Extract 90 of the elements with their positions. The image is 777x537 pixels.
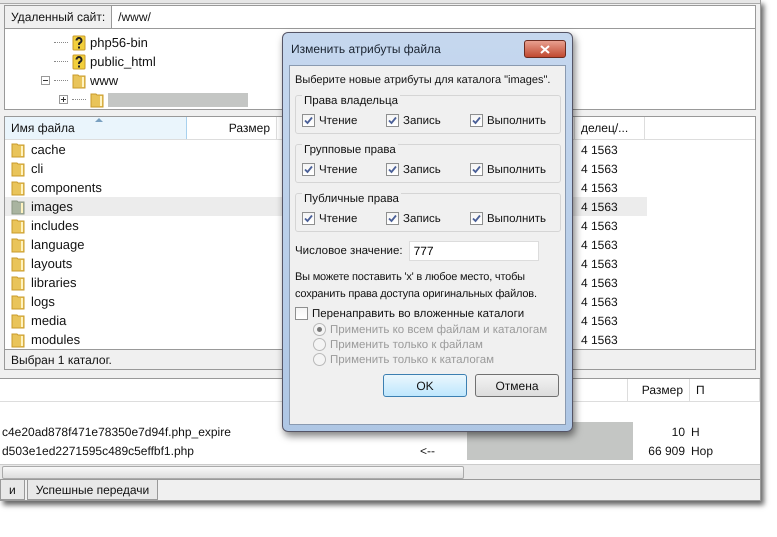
file-item[interactable]: cache — [5, 140, 275, 159]
numeric-label: Числовое значение: — [295, 245, 403, 257]
checkbox[interactable] — [386, 114, 399, 127]
folder-icon — [11, 312, 25, 328]
checkbox-label[interactable]: Запись — [403, 212, 441, 224]
checkbox[interactable] — [386, 163, 399, 176]
close-icon — [540, 44, 550, 54]
owner-cell-text: 4 1563 — [580, 294, 619, 310]
checkbox-label[interactable]: Чтение — [319, 212, 358, 224]
column-header[interactable]: П — [690, 379, 760, 401]
owner-cell-text: 4 1563 — [580, 274, 619, 292]
folder-icon — [11, 198, 25, 214]
checkbox[interactable] — [295, 307, 308, 320]
folder-icon — [90, 92, 104, 108]
owner-cell-text: 4 1563 — [580, 236, 619, 254]
folder-icon — [11, 274, 25, 290]
size-cell-text: 10 — [670, 424, 685, 438]
checkbox-label[interactable]: Запись — [403, 164, 441, 176]
size-cell-text: 66 909 — [647, 444, 685, 458]
folder-icon — [11, 142, 25, 158]
owner-cell: 4 1563 — [577, 197, 647, 216]
folder-icon — [11, 332, 25, 348]
checkbox[interactable] — [302, 212, 315, 225]
question-icon — [72, 54, 86, 70]
owner-cell-text: 4 1563 — [580, 218, 619, 234]
ok-button[interactable]: OK — [383, 374, 467, 397]
checkbox[interactable] — [470, 212, 483, 225]
column-header[interactable]: Размер — [187, 117, 277, 139]
queue-file-name: c4e20ad878f471e78350e7d94f.php_expire — [1, 424, 232, 438]
group-title: Групповые права — [302, 144, 398, 156]
owner-cell-text: 4 1563 — [580, 160, 619, 178]
folder-icon — [72, 72, 86, 88]
checkbox-label[interactable]: Чтение — [319, 164, 358, 176]
folder-icon — [11, 160, 25, 176]
file-item[interactable]: media — [5, 311, 275, 330]
dialog-prompt: Выберите новые атрибуты для каталога "images". — [295, 74, 550, 86]
owner-cell-text: 4 1563 — [580, 312, 619, 330]
owner-cell-text: 4 1563 — [580, 142, 619, 158]
folder-icon — [11, 236, 25, 252]
file-item[interactable]: modules — [5, 330, 275, 349]
checkbox-label[interactable]: Запись — [403, 114, 441, 126]
folder-icon — [11, 294, 25, 310]
file-item[interactable]: libraries — [5, 273, 275, 292]
file-item[interactable]: images — [5, 197, 275, 216]
direction-arrow: <-- — [420, 444, 435, 458]
priority-cell-text: Н — [690, 424, 701, 438]
tab[interactable]: и — [0, 480, 25, 500]
dialog-title: Изменить атрибуты файла — [291, 42, 441, 56]
tree-item[interactable]: php56-bin — [90, 35, 148, 50]
checkbox[interactable] — [470, 163, 483, 176]
checkbox-label[interactable]: Перенаправить во вложенные каталоги — [312, 308, 524, 320]
file-item[interactable]: layouts — [5, 254, 275, 273]
checkbox[interactable] — [470, 114, 483, 127]
tree-item[interactable]: www — [90, 73, 118, 88]
expand-toggle[interactable] — [59, 95, 68, 104]
tab[interactable]: Успешные передачи — [26, 480, 158, 500]
folder-icon — [11, 218, 25, 234]
file-item[interactable]: logs — [5, 292, 275, 311]
close-button[interactable] — [524, 40, 566, 58]
folder-icon — [11, 256, 25, 272]
checkbox[interactable] — [386, 212, 399, 225]
checkbox-label[interactable]: Выполнить — [487, 212, 546, 224]
checkbox[interactable] — [302, 163, 315, 176]
column-header[interactable]: Размер — [628, 379, 690, 401]
file-item[interactable]: components — [5, 178, 275, 197]
checkbox-label[interactable]: Чтение — [319, 114, 358, 126]
file-item[interactable]: includes — [5, 216, 275, 235]
scrollbar-thumb[interactable] — [2, 466, 464, 479]
column-header[interactable]: Имя файла — [5, 117, 187, 139]
sort-arrow-icon — [95, 117, 103, 122]
question-icon — [72, 34, 86, 50]
numeric-field[interactable]: 777 — [408, 241, 539, 261]
folder-icon — [11, 180, 25, 196]
checkbox[interactable] — [302, 114, 315, 127]
hint-text: Вы можете поставить 'x' в любое место, чтобы сохранить права доступа оригинальных файлов. — [295, 270, 538, 302]
group-title: Права владельца — [302, 95, 400, 107]
column-header[interactable]: делец/... — [575, 117, 645, 139]
file-item[interactable]: language — [5, 235, 275, 254]
queue-file-name: d503e1ed2271595c489c5effbf1.php — [1, 444, 195, 458]
checkbox-label[interactable]: Выполнить — [487, 114, 546, 126]
group-title: Публичные права — [302, 193, 401, 205]
cancel-button[interactable]: Отмена — [475, 374, 559, 397]
collapse-toggle[interactable] — [41, 76, 50, 85]
tree-item[interactable]: public_html — [90, 54, 156, 69]
priority-cell-text: Нор — [690, 444, 714, 458]
checkbox-label[interactable]: Выполнить — [487, 164, 546, 176]
owner-cell-text: 4 1563 — [580, 180, 619, 196]
file-item[interactable]: cli — [5, 159, 275, 178]
owner-cell-text: 4 1563 — [580, 332, 619, 348]
owner-cell-text: 4 1563 — [580, 256, 619, 272]
